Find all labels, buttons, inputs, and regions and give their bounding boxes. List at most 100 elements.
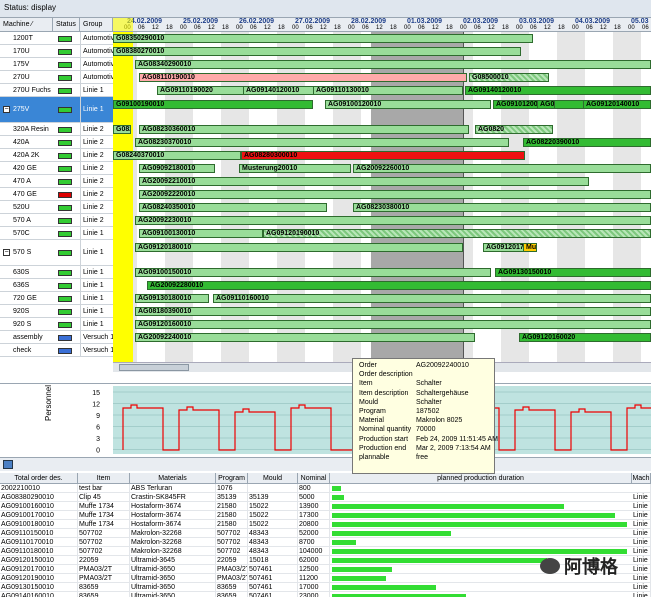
order-bar[interactable]: AG09140120010: [465, 86, 651, 95]
order-bar[interactable]: AG09100130010: [139, 229, 263, 238]
machine-row[interactable]: assembly Versuch 1: [0, 331, 113, 344]
order-bar[interactable]: G08500010: [469, 73, 549, 82]
order-bar[interactable]: AG09120190010: [263, 229, 651, 238]
order-bar[interactable]: AG09120140010: [583, 100, 651, 109]
expand-toggle-icon[interactable]: −: [3, 249, 10, 256]
machine-row[interactable]: 720 GE Linie 1: [0, 292, 113, 305]
order-bar[interactable]: AG09: [537, 100, 555, 109]
order-bar[interactable]: AG09140120010: [243, 86, 315, 95]
order-bar[interactable]: AG09130150010: [495, 268, 651, 277]
order-bar[interactable]: AG08340290010: [135, 60, 651, 69]
table-column-header[interactable]: Nominal: [298, 473, 330, 484]
table-column-header[interactable]: Program: [216, 473, 248, 484]
order-bar[interactable]: AG09110160010: [213, 294, 651, 303]
order-bar[interactable]: G08380270010: [113, 47, 521, 56]
table-column-header[interactable]: Materials: [130, 473, 216, 484]
order-bar[interactable]: AG09110190020: [157, 86, 245, 95]
order-bar[interactable]: AG20092240010: [135, 333, 475, 342]
machine-row[interactable]: 920 S Linie 1: [0, 318, 113, 331]
hour-label: 18: [334, 25, 341, 31]
order-bar[interactable]: AG09100150010: [135, 268, 491, 277]
order-bar[interactable]: AG09120160020: [519, 333, 651, 342]
status-header[interactable]: Status: [53, 18, 80, 32]
machine-row[interactable]: 570 A Linie 2: [0, 214, 113, 227]
order-bar[interactable]: AG08180390010: [135, 307, 651, 316]
table-column-header[interactable]: Mould: [248, 473, 298, 484]
order-bar[interactable]: AG08110190010: [139, 73, 467, 82]
table-cell-mould: 35139: [248, 493, 298, 502]
order-bar[interactable]: G08350290010: [113, 34, 533, 43]
machine-row[interactable]: 175V Automotive: [0, 58, 113, 71]
table-column-header[interactable]: planned production duration: [330, 473, 632, 484]
machine-name: 170U: [13, 47, 30, 55]
machine-row[interactable]: 270U Fuchs Linie 1: [0, 84, 113, 97]
machine-row[interactable]: 520U Linie 2: [0, 201, 113, 214]
machine-row[interactable]: 630S Linie 1: [0, 266, 113, 279]
machine-group: Linie 1: [80, 266, 113, 278]
expand-toggle-icon[interactable]: −: [3, 106, 10, 113]
order-bar[interactable]: G082: [113, 125, 131, 134]
order-bar[interactable]: Mus: [523, 243, 537, 252]
machine-row[interactable]: 270U Automotive: [0, 71, 113, 84]
table-row[interactable]: 2002210010 test bar ABS Terluran 1076 800: [0, 484, 651, 493]
order-bar[interactable]: AG08230360010: [139, 125, 469, 134]
order-bar[interactable]: AG20092260010: [353, 164, 651, 173]
order-bar[interactable]: AG09120180010: [135, 243, 463, 252]
order-bar[interactable]: AG09120160010: [135, 320, 651, 329]
order-bar[interactable]: AG09110130010: [313, 86, 463, 95]
order-bar[interactable]: Musterung20010: [239, 164, 351, 173]
machine-row[interactable]: 420A 2K Linie 2: [0, 149, 113, 162]
table-cell-program: 507702: [216, 529, 248, 538]
order-bar[interactable]: AG20092230010: [135, 216, 651, 225]
status-indicator: [58, 178, 72, 185]
table-row[interactable]: AG08380290010 Clip 45 Crastin-SK845FR 35139…: [0, 493, 651, 502]
machine-row[interactable]: 470 GE Linie 2: [0, 188, 113, 201]
machine-row[interactable]: 420A Linie 2: [0, 136, 113, 149]
order-bar[interactable]: G09100190010: [113, 100, 313, 109]
table-row[interactable]: AG09110150010 507702 Makrolon-32268 507702 4…: [0, 529, 651, 538]
order-bar[interactable]: AG09100120010: [325, 100, 491, 109]
order-bar[interactable]: AG08230380010: [353, 203, 651, 212]
order-bar[interactable]: AG0820: [475, 125, 553, 134]
order-bar[interactable]: AG08220390010: [523, 138, 651, 147]
machine-name: 420A: [13, 138, 30, 146]
machine-row[interactable]: 470 A Linie 2: [0, 175, 113, 188]
machine-row[interactable]: −275V Linie 1: [0, 97, 113, 123]
order-bar[interactable]: AG20092210010: [139, 177, 589, 186]
table-row[interactable]: AG09100160010 Muffe 1734 Hostaform-3674 215…: [0, 502, 651, 511]
order-tooltip: Order AG20092240010 Order description Item S…: [352, 358, 498, 474]
group-header[interactable]: Group: [80, 18, 113, 32]
scrollbar-thumb[interactable]: [119, 364, 189, 371]
machine-row[interactable]: 320A Resin Linie 2: [0, 123, 113, 136]
table-column-header[interactable]: Total order des.: [0, 473, 78, 484]
machine-row[interactable]: 920S Linie 1: [0, 305, 113, 318]
order-bar[interactable]: AG08280300010: [241, 151, 525, 160]
order-bar[interactable]: AG09092180010: [139, 164, 215, 173]
machine-row[interactable]: check Versuch 1: [0, 344, 113, 357]
table-row[interactable]: AG09130150010 83659 Ultramid-3650 83659 5074…: [0, 583, 651, 592]
order-bar[interactable]: AG09130180010: [135, 294, 209, 303]
table-column-header[interactable]: Item: [78, 473, 130, 484]
order-bar[interactable]: AG08240350010: [139, 203, 327, 212]
table-column-header[interactable]: Mach: [632, 473, 651, 484]
machine-row[interactable]: 420 GE Linie 2: [0, 162, 113, 175]
order-bar[interactable]: AG08230370010: [135, 138, 509, 147]
machine-header[interactable]: Machine ⁄: [0, 18, 53, 32]
machine-row[interactable]: 570C Linie 1: [0, 227, 113, 240]
table-cell-material: Makrolon-32268: [130, 547, 216, 556]
table-cell-material: Ultramid-3650: [130, 583, 216, 592]
order-bar[interactable]: AG20092220010: [139, 190, 651, 199]
table-row[interactable]: AG09100180010 Muffe 1734 Hostaform-3674 215…: [0, 520, 651, 529]
tooltip-value: 70000: [416, 426, 436, 434]
machine-row[interactable]: −570 S Linie 1: [0, 240, 113, 266]
machine-row[interactable]: 170U Automotive: [0, 45, 113, 58]
export-icon[interactable]: [3, 460, 13, 469]
gantt-chart[interactable]: G08350290010 G08380270010 AG08340290010 AG0…: [113, 32, 651, 372]
machine-row[interactable]: 1200T Automotive: [0, 32, 113, 45]
table-row[interactable]: AG09100170010 Muffe 1734 Hostaform-3674 215…: [0, 511, 651, 520]
table-row[interactable]: AG09140160010 83659 Ultramid-3650 83659 5074…: [0, 592, 651, 597]
order-bar[interactable]: AG20092280010: [147, 281, 651, 290]
machine-row[interactable]: 636S Linie 1: [0, 279, 113, 292]
order-bar[interactable]: G08240370010: [113, 151, 241, 160]
table-row[interactable]: AG09110170010 507702 Makrolon-32268 507702 4…: [0, 538, 651, 547]
